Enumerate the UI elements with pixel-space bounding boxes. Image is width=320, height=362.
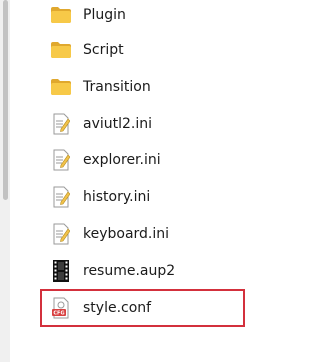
folder-icon — [49, 38, 73, 62]
file-item-label: Plugin — [83, 7, 126, 23]
file-item-style-conf[interactable]: CFG style.conf — [40, 293, 280, 323]
file-item-label: style.conf — [83, 300, 152, 316]
file-item-transition[interactable]: Transition — [40, 72, 280, 102]
ini-file-icon — [49, 222, 73, 246]
file-item-label: keyboard.ini — [83, 226, 170, 242]
file-item-explorer-ini[interactable]: explorer.ini — [40, 145, 280, 175]
folder-icon — [49, 3, 73, 27]
file-item-label: history.ini — [83, 189, 151, 205]
file-item-label: Transition — [83, 79, 151, 95]
file-item-label: explorer.ini — [83, 152, 161, 168]
file-item-label: aviutl2.ini — [83, 116, 153, 132]
file-item-label: Script — [83, 42, 124, 58]
file-item-keyboard-ini[interactable]: keyboard.ini — [40, 219, 280, 249]
conf-badge-label: CFG — [53, 311, 64, 317]
video-file-icon — [49, 259, 73, 283]
scrollbar-thumb[interactable] — [3, 0, 8, 200]
folder-icon — [49, 75, 73, 99]
ini-file-icon — [49, 112, 73, 136]
ini-file-icon — [49, 185, 73, 209]
file-item-aviutl2-ini[interactable]: aviutl2.ini — [40, 109, 280, 139]
file-item-history-ini[interactable]: history.ini — [40, 182, 280, 212]
file-item-plugin[interactable]: Plugin — [40, 0, 280, 30]
conf-file-icon: CFG — [49, 296, 73, 320]
file-item-resume-aup2[interactable]: resume.aup2 — [40, 256, 280, 286]
file-item-label: resume.aup2 — [83, 263, 176, 279]
file-item-script[interactable]: Script — [40, 35, 280, 65]
file-explorer-pane: Plugin Script Transition aviutl2.ini exp… — [0, 0, 296, 362]
ini-file-icon — [49, 148, 73, 172]
vertical-scrollbar[interactable] — [0, 0, 10, 362]
